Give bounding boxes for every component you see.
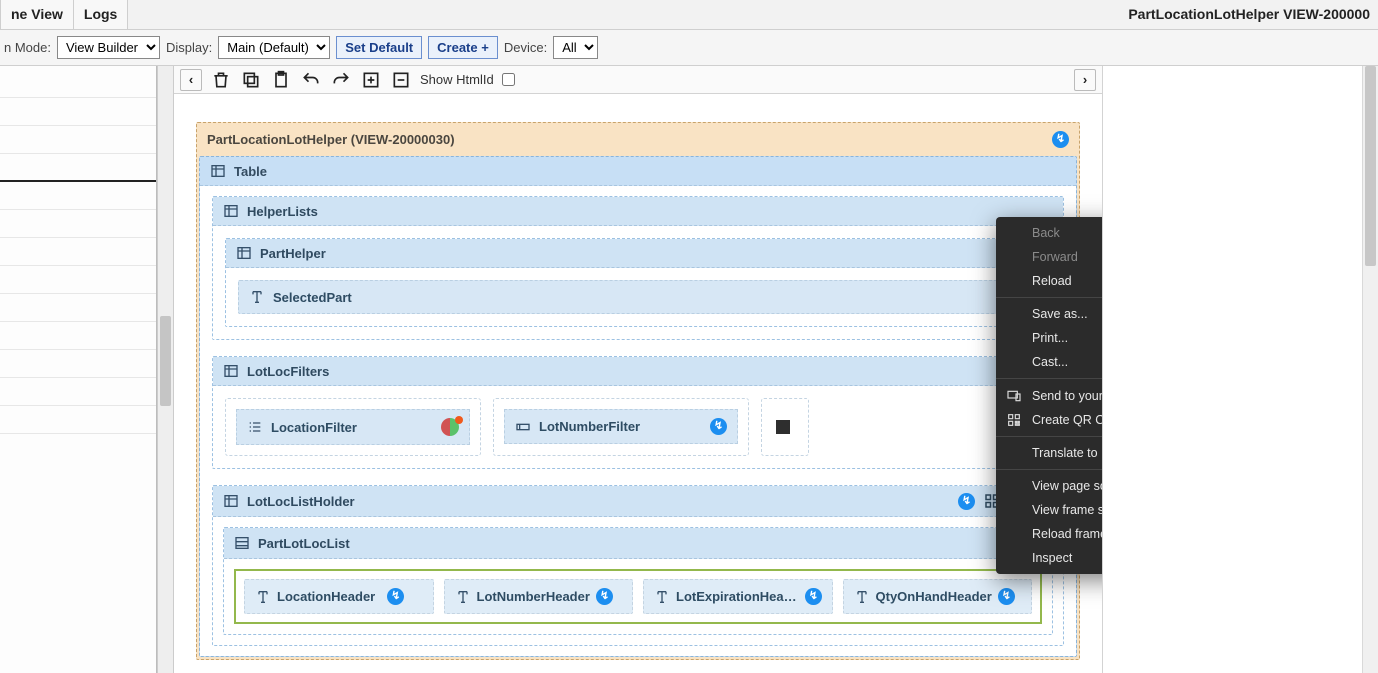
lotnumberfilter-chip[interactable]: LotNumberFilter ↯ — [493, 398, 749, 456]
create-button[interactable]: Create + — [428, 36, 498, 59]
cm-inspect[interactable]: Inspect — [996, 546, 1102, 570]
input-icon — [515, 419, 531, 435]
redo-icon[interactable] — [330, 69, 352, 91]
lightning-icon[interactable]: ↯ — [998, 588, 1015, 605]
table-icon — [236, 245, 252, 261]
qtyonhandheader-label: QtyOnHandHeader — [876, 589, 992, 604]
locationfilter-label: LocationFilter — [271, 420, 357, 435]
lotexpirationheader-label: LotExpirationHeader — [676, 589, 799, 604]
table-block[interactable]: Table HelperLists — [199, 156, 1077, 657]
text-icon — [455, 589, 471, 605]
context-menu: BackAlt+Left Arrow ForwardAlt+Right Arro… — [996, 217, 1102, 574]
qr-icon — [1006, 412, 1022, 428]
helperlists-label: HelperLists — [247, 204, 318, 219]
list-grid-icon — [234, 535, 250, 551]
create-label: Create — [437, 40, 477, 55]
display-select[interactable]: Main (Default) — [218, 36, 330, 59]
status-badge-icon — [441, 418, 459, 436]
lightning-icon[interactable]: ↯ — [958, 493, 975, 510]
left-panel — [0, 66, 157, 673]
lightning-icon[interactable]: ↯ — [596, 588, 613, 605]
table-label: Table — [234, 164, 267, 179]
selectedpart-label: SelectedPart — [273, 290, 352, 305]
cm-view-frame-source[interactable]: View frame source — [996, 498, 1102, 522]
text-icon — [854, 589, 870, 605]
lotlocfilters-block[interactable]: LotLocFilters LocationFilter — [212, 356, 1064, 469]
nav-back-icon[interactable]: ‹ — [180, 69, 202, 91]
cm-print[interactable]: Print...Ctrl+P — [996, 326, 1102, 350]
qtyonhandheader-cell[interactable]: QtyOnHandHeader ↯ — [843, 579, 1033, 614]
lotexpirationheader-cell[interactable]: LotExpirationHeader ↯ — [643, 579, 833, 614]
cm-reload[interactable]: ReloadCtrl+R — [996, 269, 1102, 293]
lightning-icon[interactable]: ↯ — [710, 418, 727, 435]
lotloclistholder-block[interactable]: LotLocListHolder ↯ — [212, 485, 1064, 646]
cm-saveas[interactable]: Save as...Ctrl+S — [996, 302, 1102, 326]
root-block-title: PartLocationLotHelper (VIEW-20000030) — [207, 132, 455, 147]
cm-send-devices[interactable]: Send to your devices▸ — [996, 383, 1102, 408]
table-icon — [223, 363, 239, 379]
text-icon — [249, 289, 265, 305]
copy-icon[interactable] — [240, 69, 262, 91]
partlotloclist-block[interactable]: PartLotLocList ↯ — [223, 527, 1053, 635]
device-select[interactable]: All — [553, 36, 598, 59]
cm-forward: ForwardAlt+Right Arrow — [996, 245, 1102, 269]
list-icon — [247, 419, 263, 435]
table-icon — [223, 493, 239, 509]
locationheader-label: LocationHeader — [277, 589, 375, 604]
right-panel — [1102, 66, 1362, 673]
lightning-icon[interactable]: ↯ — [805, 588, 821, 605]
locationheader-cell[interactable]: LocationHeader ↯ — [244, 579, 434, 614]
square-plus-icon[interactable] — [360, 69, 382, 91]
cm-translate[interactable]: Translate to English — [996, 441, 1102, 465]
plus-icon: + — [481, 40, 489, 55]
paste-icon[interactable] — [270, 69, 292, 91]
lotlocfilters-label: LotLocFilters — [247, 364, 329, 379]
cm-back: BackAlt+Left Arrow — [996, 221, 1102, 245]
show-htmlid-label: Show HtmlId — [420, 72, 494, 87]
display-label: Display: — [166, 40, 212, 55]
selectedpart-leaf[interactable]: SelectedPart — [238, 280, 1038, 314]
helperlists-block[interactable]: HelperLists PartHelper — [212, 196, 1064, 340]
mode-label: n Mode: — [4, 40, 51, 55]
cm-cast[interactable]: Cast... — [996, 350, 1102, 374]
set-default-button[interactable]: Set Default — [336, 36, 422, 59]
lightning-icon[interactable]: ↯ — [1052, 131, 1069, 148]
right-scrollbar[interactable] — [1362, 66, 1378, 673]
tab-view[interactable]: ne View — [0, 0, 74, 29]
lotnumberheader-cell[interactable]: LotNumberHeader ↯ — [444, 579, 634, 614]
locationfilter-chip[interactable]: LocationFilter — [225, 398, 481, 456]
app-title: PartLocationLotHelper VIEW-200000 — [1120, 0, 1378, 29]
lotloclistholder-label: LotLocListHolder — [247, 494, 355, 509]
parthelper-label: PartHelper — [260, 246, 326, 261]
nav-forward-icon[interactable]: › — [1074, 69, 1096, 91]
text-icon — [654, 589, 670, 605]
table-icon — [223, 203, 239, 219]
parthelper-block[interactable]: PartHelper SelectedPart — [225, 238, 1051, 327]
trash-icon[interactable] — [210, 69, 232, 91]
mode-select[interactable]: View Builder — [57, 36, 160, 59]
undo-icon[interactable] — [300, 69, 322, 91]
tab-logs[interactable]: Logs — [74, 0, 128, 29]
partlotloclist-label: PartLotLocList — [258, 536, 350, 551]
text-icon — [255, 589, 271, 605]
show-htmlid-checkbox[interactable] — [502, 73, 515, 86]
cm-qr[interactable]: Create QR Code for this page — [996, 408, 1102, 432]
lotnumberfilter-label: LotNumberFilter — [539, 419, 640, 434]
table-icon — [210, 163, 226, 179]
devices-icon — [1006, 388, 1022, 404]
lightning-icon[interactable]: ↯ — [387, 588, 404, 605]
square-minus-icon[interactable] — [390, 69, 412, 91]
left-scrollbar[interactable] — [157, 66, 174, 673]
cm-reload-frame[interactable]: Reload frame — [996, 522, 1102, 546]
device-label: Device: — [504, 40, 547, 55]
square-icon — [776, 420, 790, 434]
root-block[interactable]: PartLocationLotHelper (VIEW-20000030) ↯ … — [196, 122, 1080, 660]
lotnumberheader-label: LotNumberHeader — [477, 589, 590, 604]
cm-view-page-source[interactable]: View page sourceCtrl+U — [996, 474, 1102, 498]
obscured-chip[interactable] — [761, 398, 809, 456]
